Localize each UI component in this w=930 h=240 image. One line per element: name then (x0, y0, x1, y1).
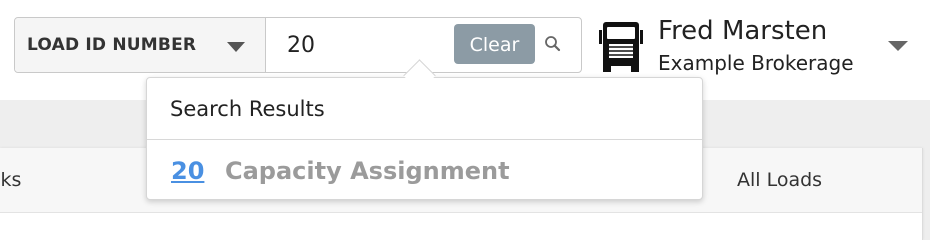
user-company: Example Brokerage (658, 51, 854, 75)
tab-trucks[interactable]: cks (0, 169, 21, 191)
search-input[interactable] (277, 24, 457, 66)
user-name: Fred Marsten (658, 16, 828, 46)
search-result-id-link[interactable]: 20 (171, 157, 204, 185)
clear-button[interactable]: Clear (454, 24, 535, 64)
search-result-type: Capacity Assignment (225, 157, 510, 185)
search-bar: LOAD ID NUMBER Clear (14, 17, 582, 73)
search-type-select[interactable]: LOAD ID NUMBER (15, 18, 266, 72)
search-icon[interactable] (543, 34, 563, 54)
chevron-down-icon (227, 42, 245, 52)
user-menu-chevron-down-icon[interactable] (888, 41, 908, 51)
tab-all-loads[interactable]: All Loads (737, 169, 822, 191)
search-result-item[interactable]: 20 Capacity Assignment (147, 140, 702, 199)
search-results-dropdown: Search Results 20 Capacity Assignment (146, 77, 703, 200)
search-results-heading: Search Results (170, 97, 325, 121)
search-type-label: LOAD ID NUMBER (27, 35, 197, 55)
truck-icon (599, 22, 643, 72)
